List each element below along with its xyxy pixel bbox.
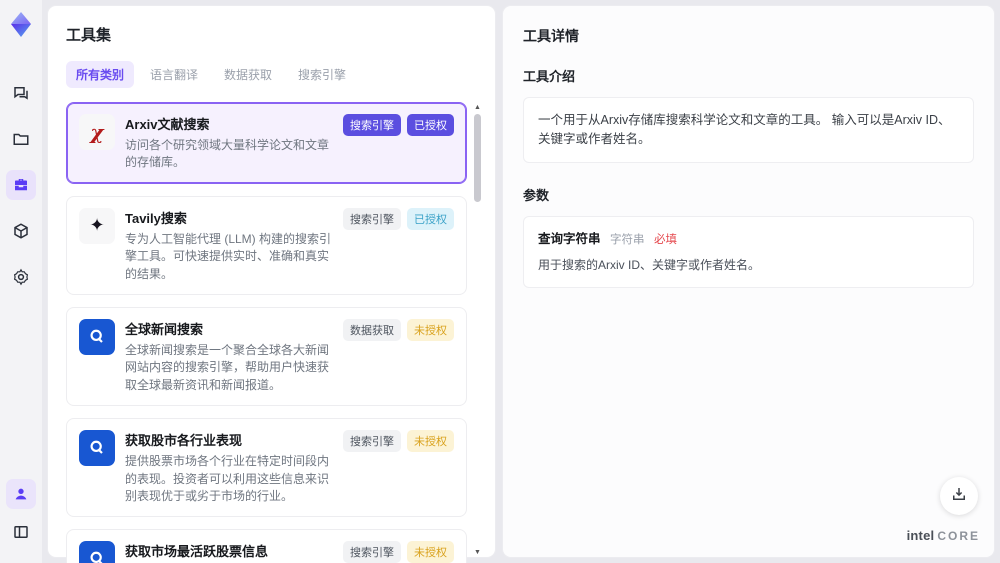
magnifier-logo-icon <box>79 541 115 563</box>
sidebar-item-files[interactable] <box>6 124 36 154</box>
auth-status-badge: 已授权 <box>407 114 454 136</box>
left-rail <box>0 0 42 563</box>
tab-language-translation[interactable]: 语言翻译 <box>140 61 208 88</box>
download-button[interactable] <box>940 477 978 515</box>
detail-title: 工具详情 <box>523 28 579 44</box>
tool-card-active-stocks[interactable]: 获取市场最活跃股票信息 提供当天交易量最高的股票列表，投资者可以利用这些信息来识… <box>66 529 467 563</box>
page-title: 工具集 <box>66 27 112 44</box>
auth-status-badge: 已授权 <box>407 207 454 230</box>
intel-wordmark: intel <box>906 528 935 543</box>
list-scrollbar[interactable]: ▲ ▼ <box>473 102 483 563</box>
tool-intro-box: 一个用于从Arxiv存储库搜索科学论文和文章的工具。 输入可以是Arxiv ID… <box>523 97 974 163</box>
auth-status-badge: 未授权 <box>407 541 454 563</box>
param-description: 用于搜索的Arxiv ID、关键字或作者姓名。 <box>538 257 761 272</box>
param-required-flag: 必填 <box>653 233 677 246</box>
user-icon <box>13 486 29 502</box>
tool-name: 全球新闻搜索 <box>125 321 204 337</box>
sidebar-item-settings[interactable] <box>6 262 36 292</box>
tool-name: Arxiv文献搜索 <box>125 117 210 132</box>
chat-icon <box>12 84 30 102</box>
sidebar-item-panel-toggle[interactable] <box>6 517 36 547</box>
tool-card-arxiv[interactable]: χ Arxiv文献搜索 访问各个研究领域大量科学论文和文章的存储库。 搜索引擎 … <box>66 102 467 184</box>
auth-status-badge: 未授权 <box>407 430 454 453</box>
tool-card-sector-performance[interactable]: 获取股市各行业表现 提供股票市场各个行业在特定时间段内的表现。投资者可以利用这些… <box>66 418 467 518</box>
category-badge: 搜索引擎 <box>343 541 401 563</box>
tab-data-acquisition[interactable]: 数据获取 <box>214 61 282 88</box>
sidebar-item-toolbox[interactable] <box>6 170 36 200</box>
tool-description: 提供股票市场各个行业在特定时间段内的表现。投资者可以利用这些信息来识别表现优于或… <box>125 454 330 503</box>
category-tabs: 所有类别 语言翻译 数据获取 搜索引擎 <box>66 61 485 88</box>
sidebar-item-chat[interactable] <box>6 78 36 108</box>
scroll-up-arrow[interactable]: ▲ <box>474 104 481 111</box>
tool-name: 获取市场最活跃股票信息 <box>125 544 269 560</box>
category-badge: 数据获取 <box>343 318 401 341</box>
core-wordmark: CORE <box>937 529 980 543</box>
tools-panel: 工具集 所有类别 语言翻译 数据获取 搜索引擎 χ Arxiv文献搜索 访问各个… <box>48 6 495 563</box>
magnifier-logo-icon <box>79 318 115 355</box>
cube-icon <box>12 222 30 240</box>
download-icon <box>950 485 968 508</box>
sidebar-item-models[interactable] <box>6 216 36 246</box>
scrollbar-thumb[interactable] <box>474 114 481 202</box>
params-heading: 参数 <box>523 187 550 203</box>
parameter-box: 查询字符串 字符串 必填 用于搜索的Arxiv ID、关键字或作者姓名。 <box>523 215 974 288</box>
tool-card-tavily[interactable]: ✦ Tavily搜索 专为人工智能代理 (LLM) 构建的搜索引擎工具。可快速提… <box>66 195 467 295</box>
tool-description: 专为人工智能代理 (LLM) 构建的搜索引擎工具。可快速提供实时、准确和真实的结… <box>125 231 332 281</box>
category-badge: 搜索引擎 <box>343 114 401 136</box>
tab-all-categories[interactable]: 所有类别 <box>66 61 135 88</box>
auth-status-badge: 未授权 <box>407 318 454 341</box>
category-badge: 搜索引擎 <box>343 430 401 453</box>
magnifier-logo-icon <box>79 430 115 467</box>
app-logo-icon[interactable] <box>6 10 36 40</box>
tool-name: 获取股市各行业表现 <box>125 433 243 449</box>
gear-icon <box>12 268 30 286</box>
tool-detail-panel: 工具详情 工具介绍 一个用于从Arxiv存储库搜索科学论文和文章的工具。 输入可… <box>503 6 994 557</box>
intro-heading: 工具介绍 <box>523 69 576 84</box>
panel-toggle-icon <box>12 523 30 541</box>
arxiv-logo-icon: χ <box>79 114 115 150</box>
folder-icon <box>12 130 30 148</box>
tavily-logo-icon: ✦ <box>79 207 115 244</box>
param-name: 查询字符串 <box>538 231 601 246</box>
tool-description: 访问各个研究领域大量科学论文和文章的存储库。 <box>125 138 330 170</box>
tool-list: χ Arxiv文献搜索 访问各个研究领域大量科学论文和文章的存储库。 搜索引擎 … <box>66 102 485 563</box>
category-badge: 搜索引擎 <box>343 207 401 230</box>
intel-core-logo: intel CORE <box>907 528 980 543</box>
toolbox-icon <box>12 176 30 194</box>
tool-name: Tavily搜索 <box>125 210 187 226</box>
tool-card-global-news[interactable]: 全球新闻搜索 全球新闻搜索是一个聚合全球各大新闻网站内容的搜索引擎，帮助用户快速… <box>66 306 467 407</box>
tool-description: 全球新闻搜索是一个聚合全球各大新闻网站内容的搜索引擎，帮助用户快速获取全球最新资… <box>125 342 330 392</box>
sidebar-item-account[interactable] <box>6 479 36 509</box>
param-type: 字符串 <box>610 233 645 246</box>
tab-search-engine[interactable]: 搜索引擎 <box>288 61 356 88</box>
scroll-down-arrow[interactable]: ▼ <box>474 549 481 556</box>
